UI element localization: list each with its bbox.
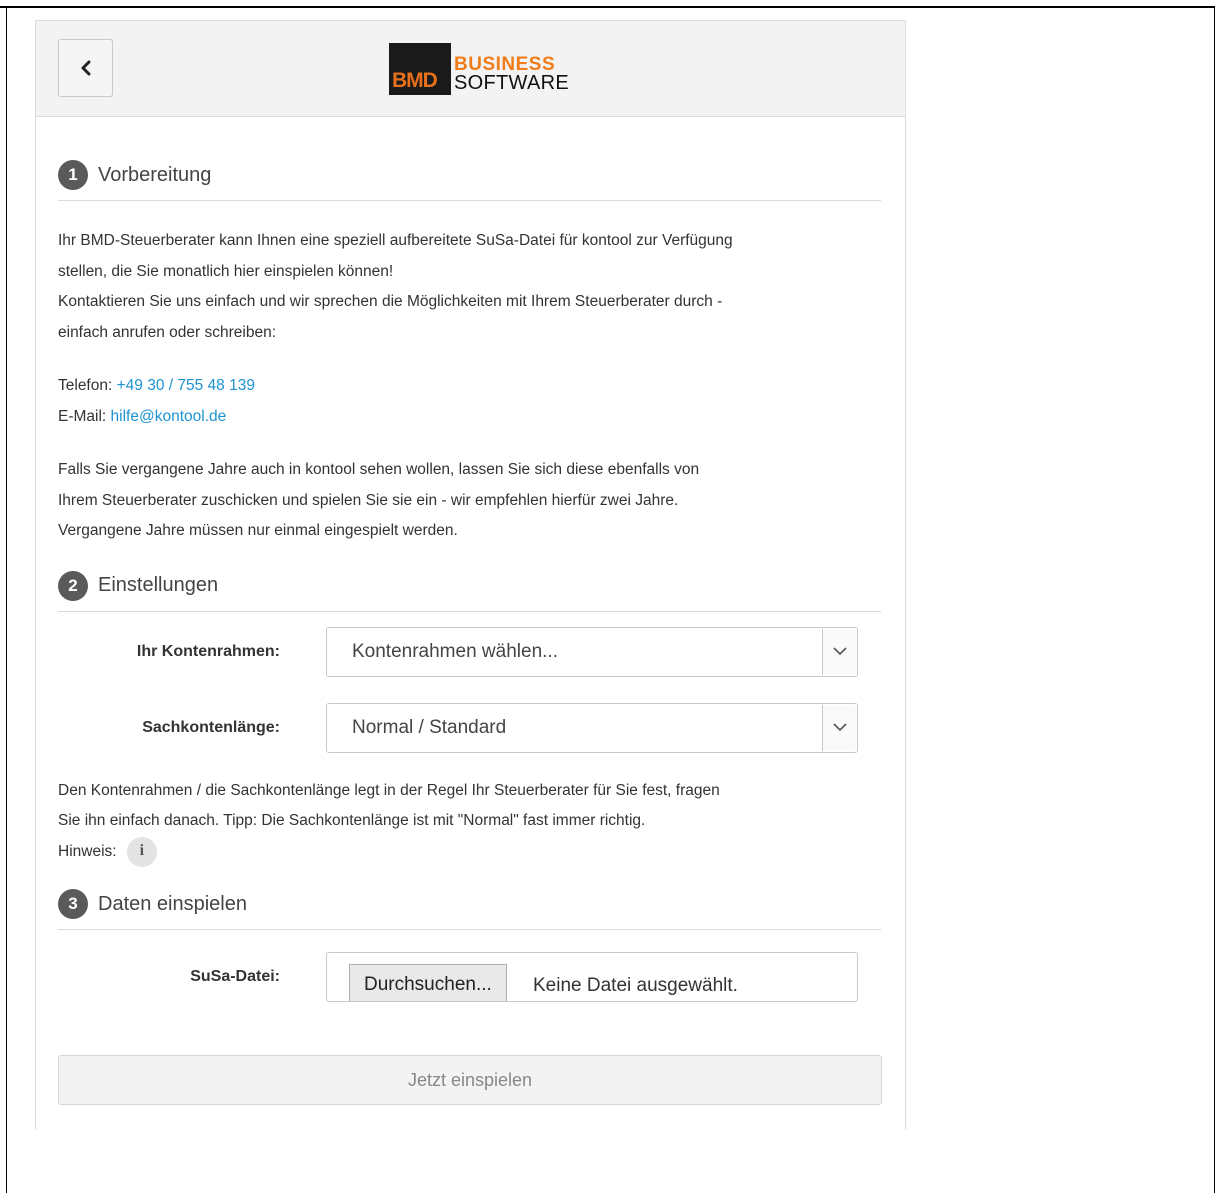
import-submit-button[interactable]: Jetzt einspielen [58, 1055, 882, 1106]
step-number-badge: 1 [58, 160, 88, 190]
phone-label: Telefon: [58, 377, 113, 394]
info-icon[interactable]: i [126, 836, 157, 867]
frame-border-left [6, 6, 7, 1193]
past-years-line: Falls Sie vergangene Jahre auch in konto… [58, 461, 700, 478]
past-years-paragraph: Falls Sie vergangene Jahre auch in konto… [58, 455, 881, 547]
logo-mark: BMD [389, 43, 451, 95]
chevron-down-icon[interactable] [822, 628, 856, 675]
susa-file-label: SuSa-Datei: [190, 968, 280, 986]
section-title-vorbereitung: 1 Vorbereitung [58, 160, 881, 201]
chevron-left-icon [81, 60, 90, 76]
past-years-line: Ihrem Steuerberater zuschicken und spiel… [58, 491, 679, 509]
sachkonten-selected-value: Normal / Standard [352, 716, 507, 738]
section-title-einstellungen: 2 Einstellungen [58, 570, 881, 612]
kontenrahmen-select[interactable]: Kontenrahmen wählen... [326, 626, 858, 677]
step-number-badge: 3 [58, 889, 88, 920]
step-number-badge: 2 [58, 570, 88, 601]
settings-hint-line: Den Kontenrahmen / die Sachkontenlänge l… [58, 781, 720, 799]
sachkonten-row: Sachkontenlänge: Normal / Standard [58, 702, 881, 754]
email-label: E-Mail: [58, 407, 107, 425]
settings-hint-paragraph: Den Kontenrahmen / die Sachkontenlänge l… [58, 776, 881, 868]
intro-line: stellen, die Sie monatlich hier einspiel… [58, 262, 394, 280]
sachkonten-select[interactable]: Normal / Standard [326, 702, 858, 753]
phone-link[interactable]: +49 30 / 755 48 139 [117, 377, 255, 394]
frame-border-right [1214, 6, 1215, 1193]
intro-line: einfach anrufen oder schreiben: [58, 323, 277, 341]
intro-line: Kontaktieren Sie uns einfach und wir spr… [58, 293, 723, 310]
email-link[interactable]: hilfe@kontool.de [111, 408, 227, 425]
logo-wordmark: BUSINESS SOFTWARE [454, 45, 569, 93]
section-label: Vorbereitung [98, 163, 212, 186]
import-panel: BMD BUSINESS SOFTWARE 1 Vorbereitung Ihr… [35, 20, 906, 1130]
intro-paragraph: Ihr BMD-Steuerberater kann Ihnen eine sp… [58, 226, 881, 348]
kontenrahmen-label: Ihr Kontenrahmen: [136, 642, 280, 660]
browse-button[interactable]: Durchsuchen... [349, 964, 507, 1002]
section-title-daten-einspielen: 3 Daten einspielen [58, 889, 881, 931]
settings-hint-line: Sie ihn einfach danach. Tipp: Die Sachko… [58, 812, 646, 829]
back-button[interactable] [58, 39, 113, 97]
logo-line-software: SOFTWARE [454, 72, 569, 94]
panel-header: BMD BUSINESS SOFTWARE [36, 21, 905, 117]
kontenrahmen-row: Ihr Kontenrahmen: Kontenrahmen wählen... [58, 626, 881, 678]
logo-mark-text: BMD [392, 69, 438, 92]
contact-block: Telefon: +49 30 / 755 48 139 E-Mail: hil… [58, 371, 881, 432]
frame-border-top [0, 6, 1215, 8]
file-status: Keine Datei ausgewählt. [533, 975, 738, 997]
past-years-line: Vergangene Jahre müssen nur einmal einge… [58, 522, 458, 539]
section-label: Daten einspielen [98, 892, 247, 915]
kontenrahmen-selected-value: Kontenrahmen wählen... [352, 640, 558, 662]
hinweis-label: Hinweis: [58, 842, 117, 860]
bmd-logo: BMD BUSINESS SOFTWARE [389, 43, 569, 95]
section-label: Einstellungen [98, 574, 219, 596]
susa-file-input[interactable]: Durchsuchen... Keine Datei ausgewählt. [326, 952, 858, 1003]
chevron-down-icon[interactable] [822, 704, 856, 751]
panel-content: 1 Vorbereitung Ihr BMD-Steuerberater kan… [36, 160, 905, 1106]
susa-file-row: SuSa-Datei: Durchsuchen... Keine Datei a… [58, 952, 881, 1003]
sachkonten-label: Sachkontenlänge: [142, 718, 280, 736]
intro-line: Ihr BMD-Steuerberater kann Ihnen eine sp… [58, 232, 733, 249]
